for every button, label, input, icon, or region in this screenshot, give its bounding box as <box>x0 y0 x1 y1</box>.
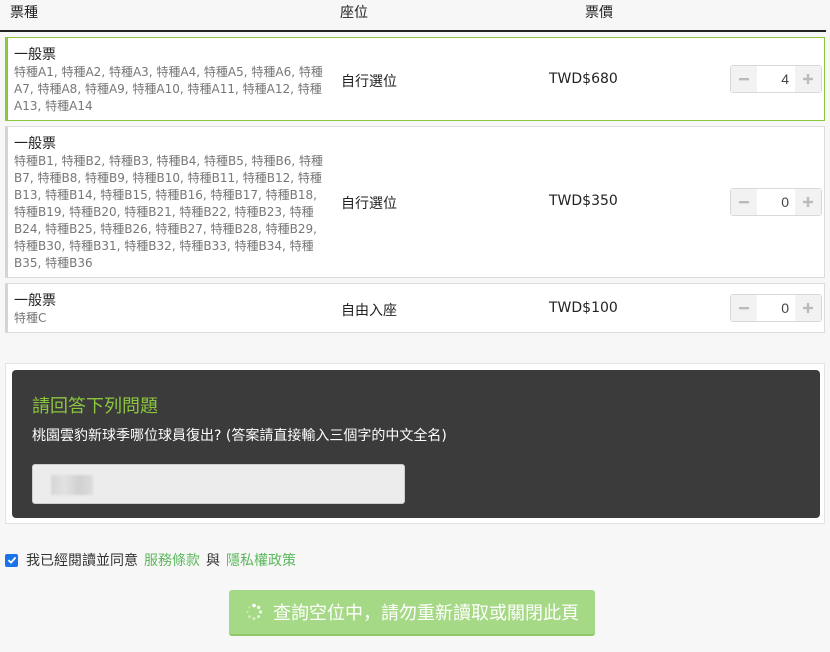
quantity-stepper: 0 <box>730 188 822 216</box>
quantity-stepper: 4 <box>730 65 822 93</box>
captcha-title: 請回答下列問題 <box>32 396 158 417</box>
agreement-and: 與 <box>206 553 220 569</box>
ticket-row: 一般票 特種A1, 特種A2, 特種A3, 特種A4, 特種A5, 特種A6, … <box>5 37 825 121</box>
ticket-areas: 特種B1, 特種B2, 特種B3, 特種B4, 特種B5, 特種B6, 特種B7… <box>14 154 323 270</box>
ticket-title: 一般票 <box>14 136 56 152</box>
captcha-box: 請回答下列問題 桃園雲豹新球季哪位球員復出? (答案請直接輸入三個字的中文全名) <box>12 370 820 518</box>
column-header-seat: 座位 <box>340 5 368 21</box>
submit-button[interactable]: 查詢空位中，請勿重新讀取或關閉此頁 <box>229 590 595 636</box>
spinner-icon <box>245 603 263 621</box>
decrease-button[interactable] <box>731 66 757 92</box>
ticket-table-header: 票種 座位 票價 <box>0 0 826 32</box>
check-icon <box>7 556 16 564</box>
captcha-question: 桃園雲豹新球季哪位球員復出? (答案請直接輸入三個字的中文全名) <box>32 428 447 444</box>
ticket-seat-type: 自行選位 <box>341 196 397 212</box>
ticket-price: TWD$350 <box>549 193 618 209</box>
ticket-areas: 特種A1, 特種A2, 特種A3, 特種A4, 特種A5, 特種A6, 特種A7… <box>14 65 323 113</box>
column-header-price: 票價 <box>585 5 613 21</box>
ticket-areas: 特種C <box>14 311 47 325</box>
increase-button[interactable] <box>795 66 821 92</box>
ticket-seat-type: 自由入座 <box>341 303 397 319</box>
plus-icon <box>803 197 813 207</box>
minus-icon <box>739 307 749 310</box>
quantity-stepper: 0 <box>730 294 822 322</box>
minus-icon <box>739 78 749 81</box>
agreement-text: 我已經閱讀並同意 <box>26 553 138 569</box>
quantity-value[interactable]: 0 <box>757 189 795 215</box>
minus-icon <box>739 201 749 204</box>
blurred-answer <box>51 475 93 495</box>
plus-icon <box>803 74 813 84</box>
submit-label: 查詢空位中，請勿重新讀取或關閉此頁 <box>273 603 579 624</box>
ticket-row: 一般票 特種B1, 特種B2, 特種B3, 特種B4, 特種B5, 特種B6, … <box>5 126 825 278</box>
increase-button[interactable] <box>795 189 821 215</box>
ticket-price: TWD$680 <box>549 71 618 87</box>
quantity-value[interactable]: 0 <box>757 295 795 321</box>
agree-checkbox[interactable] <box>5 553 18 567</box>
captcha-answer-input[interactable] <box>32 464 405 504</box>
plus-icon <box>803 303 813 313</box>
decrease-button[interactable] <box>731 189 757 215</box>
ticket-row: 一般票 特種C 自由入座 TWD$100 0 <box>5 283 825 333</box>
terms-link[interactable]: 服務條款 <box>144 550 200 570</box>
agreement-row: 我已經閱讀並同意 服務條款 與 隱私權政策 <box>5 551 296 569</box>
ticket-title: 一般票 <box>14 293 56 309</box>
privacy-link[interactable]: 隱私權政策 <box>226 550 296 570</box>
decrease-button[interactable] <box>731 295 757 321</box>
column-header-type: 票種 <box>10 5 38 21</box>
ticket-title: 一般票 <box>14 47 56 63</box>
ticket-seat-type: 自行選位 <box>341 74 397 90</box>
captcha-panel: 請回答下列問題 桃園雲豹新球季哪位球員復出? (答案請直接輸入三個字的中文全名) <box>5 363 825 524</box>
quantity-value[interactable]: 4 <box>757 66 795 92</box>
increase-button[interactable] <box>795 295 821 321</box>
ticket-price: TWD$100 <box>549 300 618 316</box>
